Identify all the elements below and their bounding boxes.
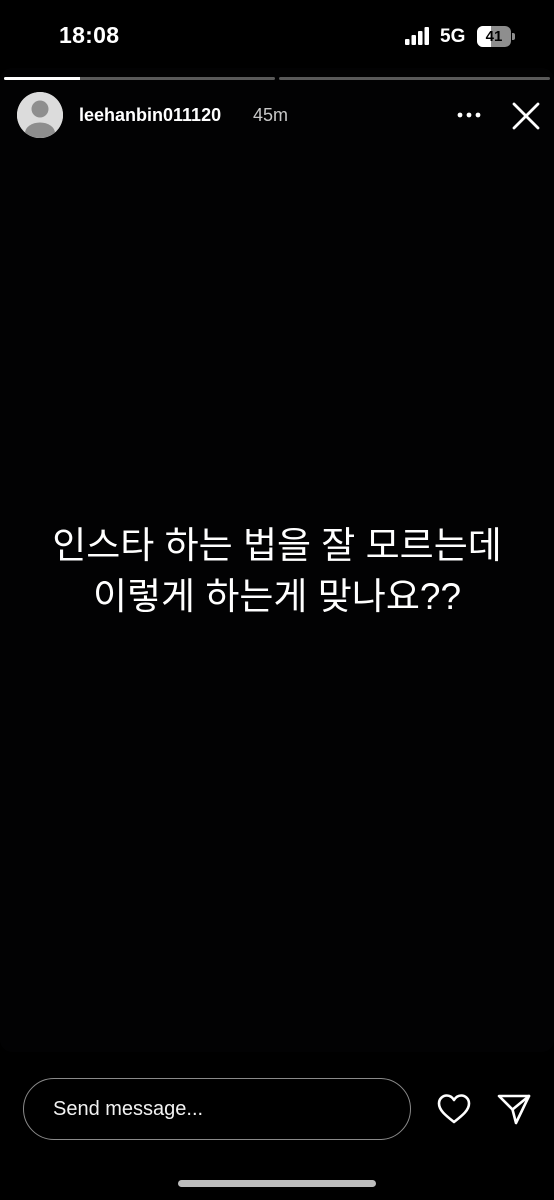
battery-level-label: 41: [485, 28, 503, 45]
story-progress-bar: [4, 77, 550, 80]
profile-avatar[interactable]: [17, 92, 63, 138]
story-username[interactable]: leehanbin011120: [79, 105, 221, 126]
close-icon[interactable]: [510, 100, 542, 132]
home-indicator[interactable]: [178, 1180, 376, 1187]
send-message-input[interactable]: [23, 1078, 411, 1140]
story-text: 인스타 하는 법을 잘 모르는데 이렇게 하는게 맞나요??: [0, 520, 554, 622]
more-options-icon[interactable]: [456, 102, 482, 128]
battery-icon: 41: [477, 26, 517, 47]
progress-segment-1: [4, 77, 275, 80]
story-text-line-2: 이렇게 하는게 맞나요??: [92, 576, 462, 617]
story-header: leehanbin011120 45m: [0, 92, 554, 140]
network-type-label: 5G: [440, 26, 466, 47]
story-text-line-1: 인스타 하는 법을 잘 모르는데: [52, 525, 502, 566]
default-avatar-icon: [17, 92, 63, 138]
story-viewer[interactable]: leehanbin011120 45m 인스타 하는 법을 잘 모르는데 이렇게…: [0, 68, 554, 1052]
signal-strength-icon: [405, 27, 429, 45]
story-posted-time: 45m: [253, 105, 289, 125]
progress-segment-2: [279, 77, 550, 80]
send-icon[interactable]: [496, 1092, 532, 1126]
status-bar: 18:08 5G 41: [0, 0, 554, 68]
heart-icon[interactable]: [437, 1093, 471, 1125]
progress-fill-1: [4, 77, 80, 80]
status-time: 18:08: [59, 22, 120, 48]
